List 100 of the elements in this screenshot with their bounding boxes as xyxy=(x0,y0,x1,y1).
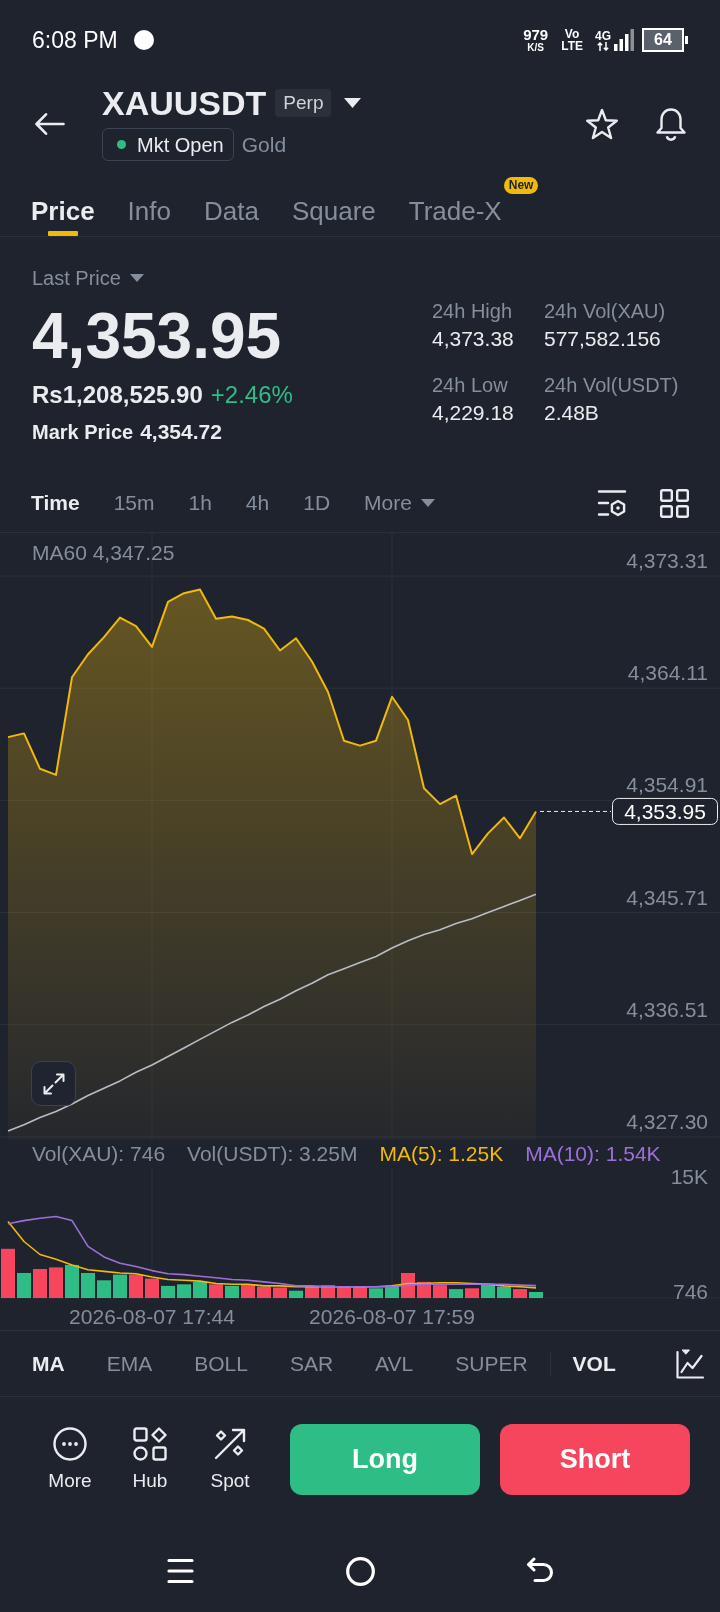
tab[interactable]: Info xyxy=(127,175,171,236)
stat-value: 4,229.18 xyxy=(432,400,515,426)
short-button[interactable]: Short xyxy=(500,1424,690,1495)
interval-tab[interactable]: Time xyxy=(31,489,80,517)
volume-bar xyxy=(33,1269,47,1298)
interval-tab[interactable]: 1D xyxy=(303,489,331,517)
line-chart-icon[interactable] xyxy=(676,1348,704,1379)
interval-tab[interactable]: More xyxy=(364,489,435,517)
hub-button[interactable]: Hub xyxy=(110,1424,190,1504)
home-circle-icon[interactable] xyxy=(345,1556,375,1586)
back-arrow-icon[interactable] xyxy=(35,111,65,136)
volume-bar xyxy=(81,1273,95,1298)
axis-label: 746 xyxy=(672,1280,708,1303)
axis-label: 15K xyxy=(670,1165,708,1188)
legend-label: Vol(XAU): 746 xyxy=(32,1142,166,1166)
volume-bar xyxy=(273,1287,287,1298)
caret-icon[interactable] xyxy=(344,98,362,108)
clock-time: 6:08 PM xyxy=(32,26,118,54)
last-price-dropdown[interactable]: Last Price xyxy=(32,264,144,292)
market-status-text: Mkt Open xyxy=(137,132,224,157)
contract-type-badge: Perp xyxy=(275,89,332,117)
volume-bar xyxy=(97,1280,111,1298)
indicator-value-label: MA60 4,347.25 xyxy=(32,541,175,564)
interval-tab[interactable]: 15m xyxy=(113,489,155,517)
axis-label: 4,345.71 xyxy=(626,885,708,909)
network-speed-text: 979 xyxy=(523,27,549,42)
diagonal-arrow-icon xyxy=(213,1427,247,1461)
stat-label: 24h Vol(USDT) xyxy=(544,373,679,398)
axis-label: 4,373.31 xyxy=(626,549,708,573)
indicator-tab[interactable]: SUPER xyxy=(455,1350,528,1377)
circle-icon xyxy=(133,30,154,50)
new-badge: New xyxy=(503,177,539,194)
volte-text: LTE xyxy=(561,40,583,52)
network-type-text: 4G xyxy=(595,29,611,42)
axis-label: 2026-08-07 17:44 xyxy=(69,1305,235,1328)
volume-bar xyxy=(225,1285,239,1298)
volume-bar xyxy=(65,1264,79,1298)
mark-price-value: 4,354.72 xyxy=(140,419,222,445)
data-arrows-icon xyxy=(597,41,609,51)
stat-value: 4,373.38 xyxy=(432,326,515,352)
volume-bar xyxy=(209,1284,223,1298)
volume-bar xyxy=(449,1289,463,1298)
stat-value: 577,582.156 xyxy=(544,326,662,352)
shapes-icon xyxy=(133,1427,167,1461)
indicator-tab[interactable]: AVL xyxy=(375,1350,414,1377)
bell-icon[interactable] xyxy=(655,107,687,141)
stat-label: 24h Low xyxy=(432,373,509,398)
speed-unit-text: K/S xyxy=(527,42,544,53)
indicator-tab[interactable]: MA xyxy=(32,1350,65,1377)
volume-bar xyxy=(129,1274,143,1298)
menu-icon[interactable] xyxy=(166,1558,194,1584)
volume-bar xyxy=(145,1278,159,1298)
axis-label: 2026-08-07 17:59 xyxy=(309,1305,475,1328)
stat-label: 24h Vol(XAU) xyxy=(544,299,667,324)
indicator-tab[interactable]: VOL xyxy=(572,1350,616,1377)
volume-bar xyxy=(369,1288,383,1298)
indicator-tab[interactable]: EMA xyxy=(106,1350,153,1377)
volume-bar xyxy=(49,1267,63,1298)
volume-bar xyxy=(465,1288,479,1298)
category-label: Gold xyxy=(241,132,287,157)
volume-bar xyxy=(113,1274,127,1298)
settings-lines-icon[interactable] xyxy=(597,489,627,517)
signal-icon xyxy=(614,29,634,51)
caret-icon xyxy=(129,274,144,282)
fullscreen-button[interactable] xyxy=(31,1061,76,1106)
axis-label: 4,364.11 xyxy=(627,661,708,685)
axis-label: 4,354.91 xyxy=(626,773,708,797)
volume-bar xyxy=(513,1289,527,1298)
current-price-tag: 4,353.95 xyxy=(612,797,718,825)
battery-indicator: 64 xyxy=(642,28,688,52)
volume-bar xyxy=(481,1283,495,1298)
tab[interactable]: Price xyxy=(31,175,95,236)
caret-icon xyxy=(420,499,435,507)
volume-bar xyxy=(529,1292,543,1298)
volume-bar xyxy=(161,1285,175,1298)
axis-label: 4,336.51 xyxy=(626,997,708,1021)
volume-bar xyxy=(257,1286,271,1298)
indicator-tab[interactable]: SAR xyxy=(289,1350,334,1377)
star-icon[interactable] xyxy=(585,108,619,140)
long-button[interactable]: Long xyxy=(290,1424,480,1495)
interval-tab[interactable]: 4h xyxy=(245,489,270,517)
symbol-title[interactable]: XAUUSDT xyxy=(102,85,267,121)
volume-bar xyxy=(17,1273,31,1298)
stat-value: 2.48B xyxy=(544,400,600,426)
volume-bar xyxy=(497,1286,511,1298)
spot-button[interactable]: Spot xyxy=(190,1424,270,1504)
volte-text: Vo xyxy=(564,28,580,40)
indicator-tab[interactable]: BOLL xyxy=(194,1350,248,1377)
more-button[interactable]: More xyxy=(30,1424,110,1504)
tab[interactable]: Data xyxy=(204,175,259,236)
price-change-percent: +2.46% xyxy=(210,381,293,409)
status-dot-icon xyxy=(117,140,126,149)
more-icon xyxy=(53,1427,87,1461)
tab[interactable]: Square xyxy=(291,175,376,236)
stat-label: 24h High xyxy=(432,299,514,324)
interval-tab[interactable]: 1h xyxy=(188,489,212,517)
volume-bar xyxy=(433,1285,447,1298)
legend-label: Vol(USDT): 3.25M xyxy=(187,1142,358,1166)
grid-layout-icon[interactable] xyxy=(660,488,689,518)
tab[interactable]: Trade-X xyxy=(408,175,502,236)
